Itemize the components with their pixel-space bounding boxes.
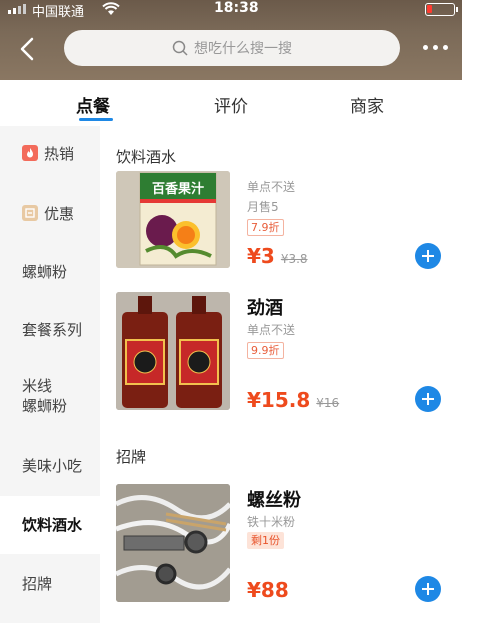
category-sidebar: 热销 优惠 螺蛳粉 套餐系列 米线 螺蛳粉 美味小吃 饮料酒水 招牌 bbox=[0, 126, 100, 623]
sidebar-item-label: 螺蛳粉 bbox=[22, 397, 68, 415]
sidebar-item-label: 优惠 bbox=[44, 205, 75, 223]
original-price: ¥3.8 bbox=[280, 252, 308, 266]
product-image[interactable]: 百香果汁 bbox=[116, 171, 230, 268]
carrier-label: 中国联通 bbox=[32, 5, 85, 20]
section-title: 招牌 bbox=[116, 448, 147, 466]
add-to-cart-button[interactable] bbox=[415, 576, 441, 602]
sidebar-item-label: 套餐系列 bbox=[22, 321, 83, 339]
fire-icon bbox=[22, 145, 38, 161]
product-name: 劲酒 bbox=[247, 298, 283, 319]
sidebar-item-snacks[interactable]: 美味小吃 bbox=[0, 456, 100, 476]
search-placeholder: 想吃什么搜一搜 bbox=[194, 41, 292, 57]
sidebar-item-label: 热销 bbox=[44, 145, 75, 163]
chevron-left-icon[interactable] bbox=[14, 34, 44, 64]
add-to-cart-button[interactable] bbox=[415, 386, 441, 412]
tab-reviews[interactable]: 评价 bbox=[214, 92, 248, 117]
current-price: ¥88 bbox=[247, 578, 289, 602]
sidebar-item-rice-noodle[interactable]: 米线 螺蛳粉 bbox=[0, 376, 100, 416]
current-price: ¥15.8 bbox=[247, 388, 311, 412]
more-icon[interactable] bbox=[418, 36, 452, 58]
image-text: 百香果汁 bbox=[151, 182, 204, 197]
original-price: ¥16 bbox=[316, 396, 340, 410]
monthly-sales: 月售5 bbox=[247, 200, 279, 214]
section-title: 饮料酒水 bbox=[116, 148, 177, 166]
clock-label: 18:38 bbox=[214, 0, 259, 16]
sidebar-item-label: 美味小吃 bbox=[22, 457, 83, 475]
search-input[interactable]: 想吃什么搜一搜 bbox=[64, 30, 400, 66]
add-to-cart-button[interactable] bbox=[415, 243, 441, 269]
sidebar-item-label: 螺蛳粉 bbox=[22, 263, 68, 281]
product-price: ¥3 ¥3.8 bbox=[247, 244, 308, 268]
status-bar: 中国联通 18:38 bbox=[0, 0, 462, 20]
sidebar-item-discount[interactable]: 优惠 bbox=[0, 204, 100, 224]
tab-bar: 点餐 评价 商家 bbox=[0, 80, 462, 126]
discount-badge: 7.9折 bbox=[247, 219, 284, 236]
product-image[interactable] bbox=[116, 292, 230, 410]
coupon-icon bbox=[22, 205, 38, 221]
page-margin bbox=[462, 0, 484, 623]
product-image[interactable] bbox=[116, 484, 230, 602]
wifi-icon bbox=[102, 2, 120, 15]
tab-merchant[interactable]: 商家 bbox=[350, 92, 384, 117]
product-price: ¥15.8 ¥16 bbox=[247, 388, 339, 412]
tab-order[interactable]: 点餐 bbox=[76, 92, 110, 117]
header: 中国联通 18:38 想吃什么搜一搜 bbox=[0, 0, 462, 80]
sidebar-item-label: 招牌 bbox=[22, 575, 53, 593]
sidebar-item-signature[interactable]: 招牌 bbox=[0, 574, 100, 594]
stock-badge: 剩1份 bbox=[247, 532, 284, 549]
sidebar-item-hot[interactable]: 热销 bbox=[0, 144, 100, 164]
discount-badge: 9.9折 bbox=[247, 342, 284, 359]
product-note: 单点不送 bbox=[247, 180, 296, 194]
sidebar-item-label: 饮料酒水 bbox=[22, 516, 83, 534]
tab-active-indicator bbox=[79, 118, 113, 121]
product-note: 铁十米粉 bbox=[247, 515, 296, 529]
product-note: 单点不送 bbox=[247, 323, 296, 337]
product-name: 螺丝粉 bbox=[247, 490, 301, 511]
battery-icon bbox=[425, 3, 458, 16]
liquor-bottles-image bbox=[116, 292, 230, 410]
current-price: ¥3 bbox=[247, 244, 275, 268]
product-price: ¥88 bbox=[247, 578, 289, 602]
signal-icon bbox=[8, 4, 26, 14]
sidebar-item-luosifen[interactable]: 螺蛳粉 bbox=[0, 262, 100, 282]
sidebar-item-combo[interactable]: 套餐系列 bbox=[0, 320, 100, 340]
noodles-image bbox=[116, 484, 230, 602]
search-icon bbox=[172, 40, 188, 56]
product-list: 饮料酒水 百香果汁 单点不送 月售5 7.9折 ¥3 ¥3.8 劲酒 单点不送 … bbox=[100, 126, 462, 623]
sidebar-item-label: 米线 bbox=[22, 377, 53, 395]
sidebar-item-drinks[interactable]: 饮料酒水 bbox=[0, 496, 100, 554]
